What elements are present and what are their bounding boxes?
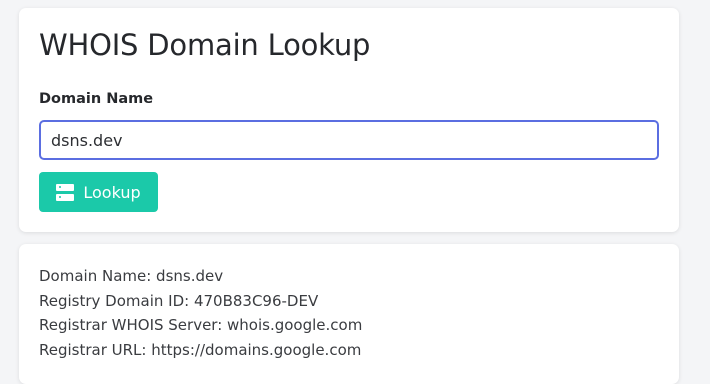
lookup-button[interactable]: Lookup	[39, 172, 158, 212]
whois-line: Domain Name: dsns.dev	[39, 267, 224, 285]
whois-result-list: Domain Name: dsns.dev Registry Domain ID…	[39, 264, 362, 362]
whois-result-card: Domain Name: dsns.dev Registry Domain ID…	[19, 244, 679, 384]
page-title: WHOIS Domain Lookup	[39, 28, 371, 62]
whois-line: Registrar URL: https://domains.google.co…	[39, 340, 362, 359]
whois-line: Registrar WHOIS Server: whois.google.com	[39, 316, 363, 334]
domain-input[interactable]	[39, 120, 659, 160]
lookup-button-label: Lookup	[83, 182, 141, 202]
domain-name-label: Domain Name	[39, 91, 154, 107]
whois-line: Registry Domain ID: 470B83C96-DEV	[39, 291, 319, 310]
lookup-form-card: WHOIS Domain Lookup Domain Name Lookup	[19, 8, 679, 232]
server-icon	[56, 183, 75, 201]
